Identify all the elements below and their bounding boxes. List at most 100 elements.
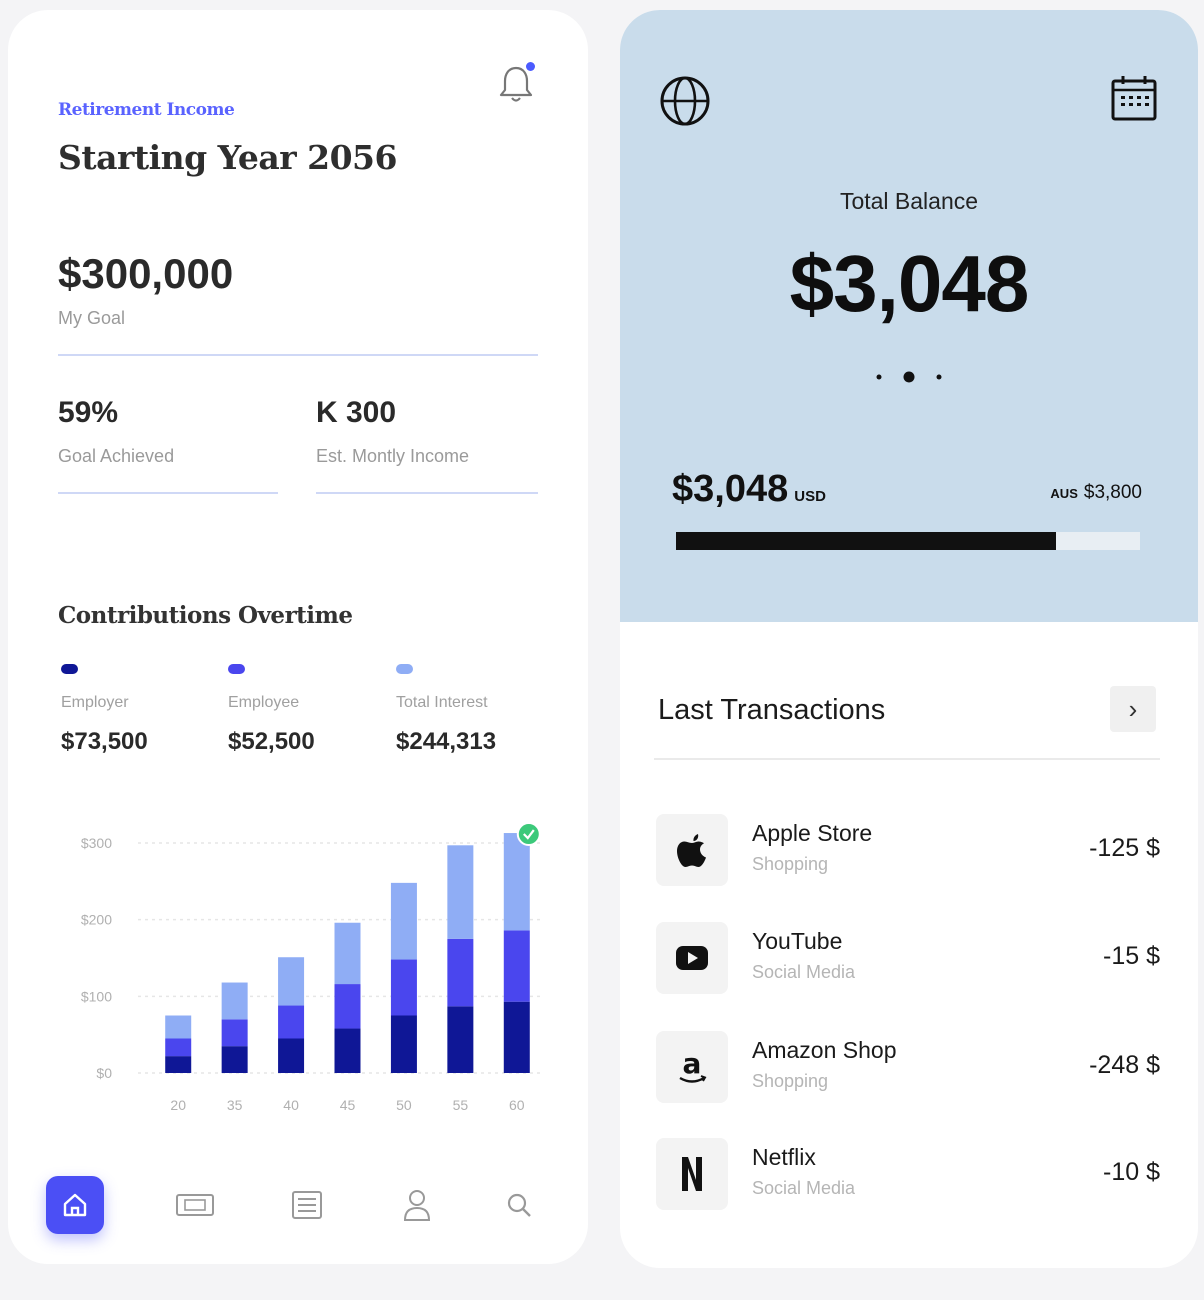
bar-total-interest <box>278 957 305 1006</box>
transaction-row[interactable]: Apple Store Shopping -125 $ <box>656 814 1160 888</box>
x-tick-label: 50 <box>396 1097 412 1113</box>
aud-balance-value: $3,800 <box>1083 482 1142 503</box>
contributions-chart: $0 $100 $200 $300 20 35 40 45 50 55 60 <box>81 822 543 1113</box>
transaction-category: Shopping <box>752 854 829 874</box>
bar-employer <box>447 1006 474 1073</box>
transaction-amount: -10 $ <box>1103 1158 1160 1186</box>
y-tick-label: $100 <box>81 988 112 1004</box>
carousel-dot-active[interactable] <box>903 371 915 383</box>
carousel-dots[interactable] <box>874 370 944 384</box>
x-tick-label: 40 <box>283 1097 299 1113</box>
aud-balance: AUS $3,800 <box>1050 482 1142 504</box>
bar-total-interest <box>447 845 474 939</box>
x-tick-label: 35 <box>227 1097 243 1113</box>
goal-value: $300,000 <box>58 250 234 297</box>
home-icon <box>63 1193 87 1217</box>
apple-icon <box>656 814 728 886</box>
bar-employee <box>221 1019 248 1047</box>
x-tick-label: 45 <box>340 1097 356 1113</box>
legend-label-interest: Total Interest <box>396 694 488 711</box>
bar-employee <box>503 930 530 1002</box>
monthly-income-value: K 300 <box>316 396 397 429</box>
usd-unit: USD <box>794 488 826 505</box>
transaction-amount: -248 $ <box>1089 1051 1160 1079</box>
x-tick-label: 55 <box>453 1097 469 1113</box>
retirement-card: Retirement Income Starting Year 2056 $30… <box>8 10 588 1264</box>
transaction-row[interactable]: a Amazon Shop Shopping -248 $ <box>656 1031 1160 1105</box>
transaction-category: Social Media <box>752 1178 856 1198</box>
bar-total-interest <box>503 833 530 931</box>
nav-wallet-button[interactable] <box>166 1176 224 1234</box>
bar-total-interest <box>334 922 361 985</box>
aud-unit: AUS <box>1050 486 1078 501</box>
legend-swatch-employer <box>61 664 78 674</box>
contributions-title: Contributions Overtime <box>58 602 353 629</box>
bar-employer <box>278 1038 305 1073</box>
legend-label-employer: Employer <box>61 694 129 711</box>
transaction-row[interactable]: YouTube Social Media -15 $ <box>656 922 1160 996</box>
divider <box>58 492 278 494</box>
transaction-row[interactable]: Netflix Social Media -10 $ <box>656 1138 1160 1212</box>
bar-employer <box>165 1056 192 1073</box>
section-subtitle: Retirement Income <box>58 100 235 120</box>
nav-home-button[interactable] <box>46 1176 104 1234</box>
balance-progress-bar <box>676 532 1140 550</box>
carousel-dot[interactable] <box>876 374 882 380</box>
bottom-nav <box>46 1176 551 1242</box>
y-tick-label: $300 <box>81 835 112 851</box>
notification-dot <box>526 62 535 71</box>
bar-employee <box>334 984 361 1029</box>
calendar-icon[interactable] <box>1110 74 1158 122</box>
nav-search-button[interactable] <box>490 1176 548 1234</box>
transaction-amount: -15 $ <box>1103 942 1160 970</box>
balance-card: Total Balance $3,048 $3,048 USD AUS $3,800… <box>620 10 1198 1268</box>
transaction-name: Netflix <box>752 1144 816 1170</box>
divider <box>316 492 538 494</box>
bar-employer <box>503 1001 530 1073</box>
svg-text:a: a <box>683 1047 702 1080</box>
bar-employer <box>334 1028 361 1073</box>
x-tick-label: 60 <box>509 1097 525 1113</box>
user-icon <box>403 1190 431 1221</box>
bar-employee <box>165 1038 192 1057</box>
legend-value-employee: $52,500 <box>228 728 315 755</box>
legend-value-interest: $244,313 <box>396 728 497 755</box>
globe-icon[interactable] <box>658 74 712 128</box>
goal-label: My Goal <box>58 308 126 328</box>
balance-progress-fill <box>676 532 1057 550</box>
transaction-name: Apple Store <box>752 820 873 846</box>
check-badge-icon <box>516 822 541 847</box>
total-balance-value: $3,048 <box>789 239 1030 328</box>
usd-balance-value: $3,048 <box>672 468 789 510</box>
transaction-name: Amazon Shop <box>752 1037 897 1063</box>
nav-list-button[interactable] <box>278 1176 336 1234</box>
bar-total-interest <box>390 882 417 960</box>
bar-employee <box>447 938 474 1007</box>
nav-profile-button[interactable] <box>388 1176 446 1234</box>
list-icon <box>292 1191 322 1219</box>
legend-swatch-employee <box>228 664 245 674</box>
bar-employee <box>390 959 417 1016</box>
chevron-right-icon: › <box>1128 693 1138 724</box>
legend-swatch-interest <box>396 664 413 674</box>
bar-employer <box>390 1015 417 1073</box>
y-tick-label: $200 <box>81 912 112 928</box>
carousel-dot[interactable] <box>936 374 942 380</box>
goal-achieved-value: 59% <box>58 396 119 429</box>
y-tick-label: $0 <box>96 1065 112 1081</box>
monthly-income-label: Est. Montly Income <box>316 446 470 466</box>
legend-label-employee: Employee <box>228 694 300 711</box>
legend-value-employer: $73,500 <box>61 728 148 755</box>
last-transactions-title: Last Transactions <box>658 694 886 726</box>
page-title: Starting Year 2056 <box>58 138 397 177</box>
wallet-icon <box>176 1194 214 1216</box>
search-icon <box>507 1193 531 1217</box>
total-balance-label: Total Balance <box>839 188 979 214</box>
transaction-amount: -125 $ <box>1089 834 1160 862</box>
amazon-icon: a <box>656 1031 728 1103</box>
bar-total-interest <box>221 982 248 1020</box>
bar-employee <box>278 1005 305 1039</box>
transactions-more-button[interactable]: › <box>1110 686 1156 732</box>
divider <box>58 354 538 356</box>
youtube-icon <box>656 922 728 994</box>
